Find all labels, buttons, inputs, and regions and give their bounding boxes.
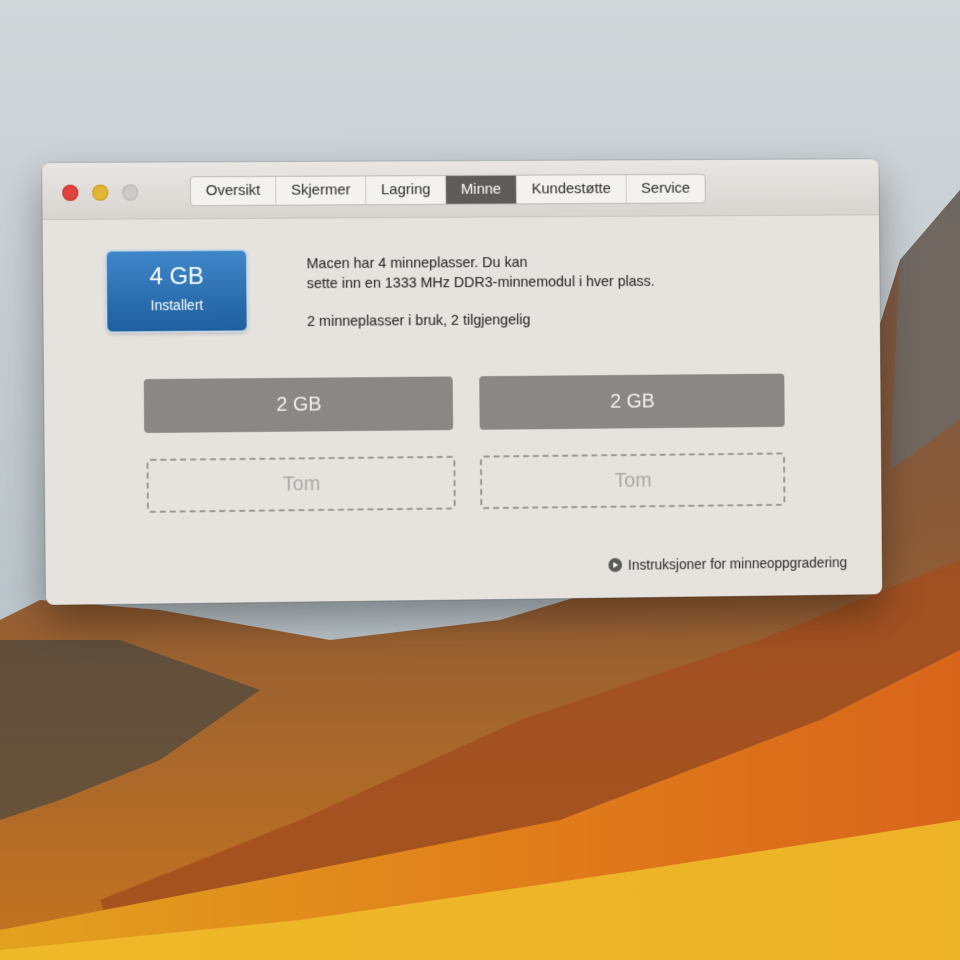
memory-upgrade-link[interactable]: Instruksjoner for minneoppgradering [608, 554, 847, 573]
memory-upgrade-link-label: Instruksjoner for minneoppgradering [627, 554, 848, 573]
installed-memory-value: 4 GB [149, 262, 204, 291]
tab-minne[interactable]: Minne [446, 175, 517, 204]
memory-info: Macen har 4 minneplasser. Du kan sette i… [306, 252, 655, 332]
tab-skjermer[interactable]: Skjermer [276, 176, 367, 205]
arrow-right-circle-icon [608, 558, 623, 573]
about-this-mac-window: Oversikt Skjermer Lagring Minne Kundestø… [42, 159, 883, 605]
installed-memory-badge: 4 GB Installert [106, 250, 247, 332]
zoom-icon[interactable] [122, 184, 139, 201]
window-titlebar: Oversikt Skjermer Lagring Minne Kundestø… [42, 159, 879, 221]
memory-slot-4: Tom [479, 452, 786, 510]
info-line-1: Macen har 4 minneplasser. Du kan [306, 254, 528, 273]
memory-slot-3: Tom [146, 455, 456, 513]
segmented-tab-bar: Oversikt Skjermer Lagring Minne Kundestø… [189, 173, 706, 207]
memory-panel: 4 GB Installert Macen har 4 minneplasser… [43, 215, 883, 605]
window-controls [62, 184, 139, 201]
minimize-icon[interactable] [92, 184, 109, 201]
tab-oversikt[interactable]: Oversikt [190, 176, 277, 206]
tab-kundestotte[interactable]: Kundestøtte [516, 175, 627, 204]
info-line-2: sette inn en 1333 MHz DDR3-minnemodul i … [306, 273, 655, 293]
memory-slot-2: 2 GB [479, 373, 785, 430]
close-icon[interactable] [62, 184, 79, 201]
tab-service[interactable]: Service [626, 175, 704, 203]
slot-usage-text: 2 minneplasser i bruk, 2 tilgjengelig [307, 312, 531, 330]
memory-slot-1: 2 GB [143, 376, 454, 434]
installed-memory-label: Installert [150, 296, 204, 314]
tab-lagring[interactable]: Lagring [366, 176, 447, 205]
